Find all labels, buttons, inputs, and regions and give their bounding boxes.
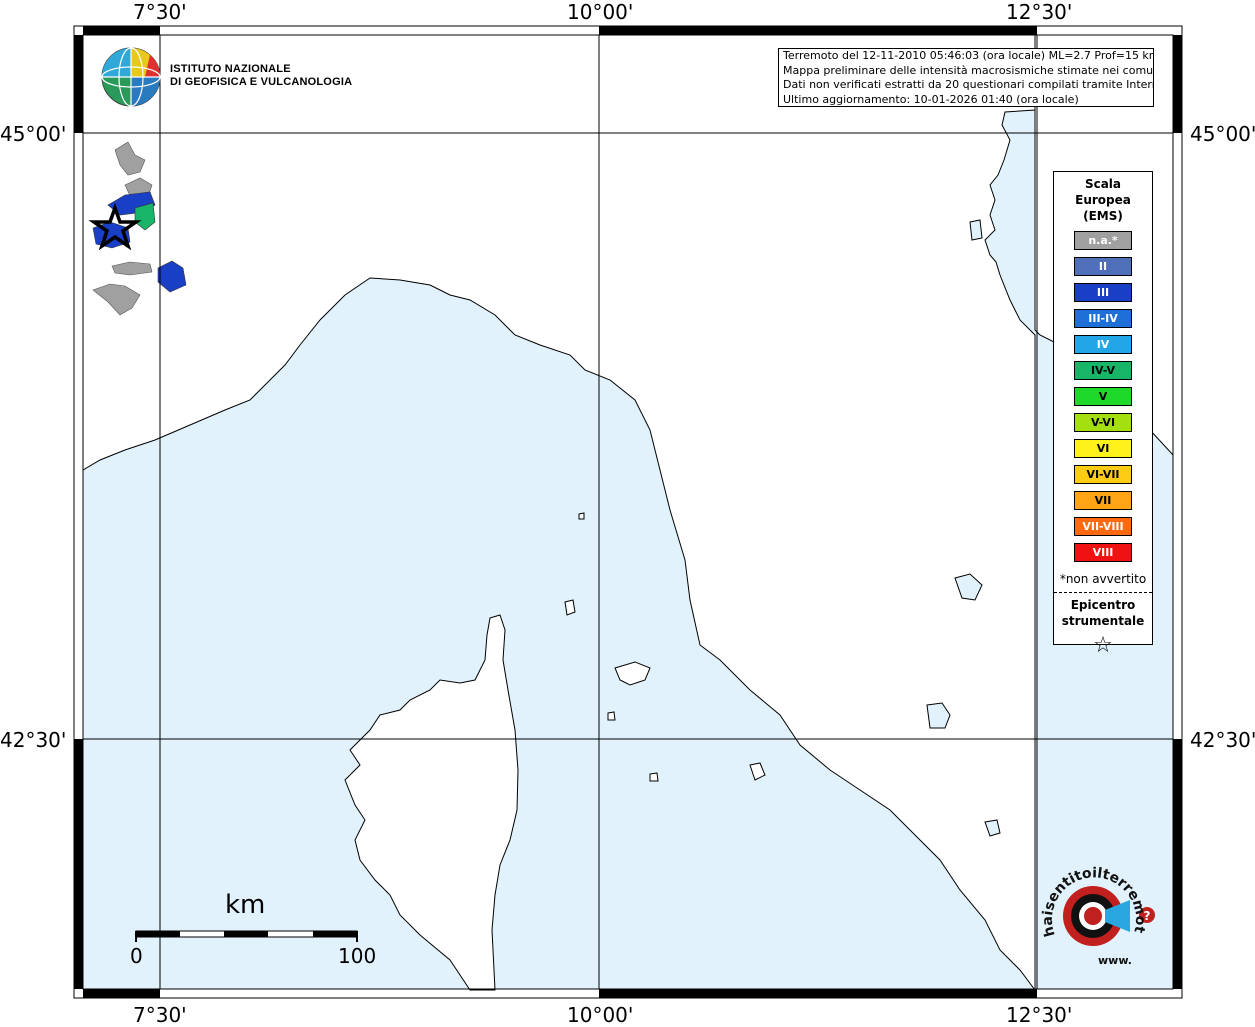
- legend-item-3: III-IV: [1074, 309, 1132, 328]
- scale-unit-label: km: [225, 890, 266, 920]
- event-info-line-3: Dati non verificati estratti da 20 quest…: [783, 78, 1154, 91]
- event-info-line-4: Ultimo aggiornamento: 10-01-2026 01:40 (…: [783, 92, 1079, 106]
- legend-item-6: V: [1074, 387, 1132, 406]
- legend-title: Scala Europea (EMS): [1054, 176, 1152, 224]
- legend-item-7: V-VI: [1074, 413, 1132, 432]
- legend-separator: [1054, 592, 1152, 593]
- legend-item-0: n.a.*: [1074, 231, 1132, 250]
- legend-epicenter-star-icon: ☆: [1093, 633, 1113, 658]
- institute-line-2: DI GEOFISICA E VULCANOLOGIA: [170, 76, 353, 88]
- legend-epicenter-line-2: strumentale: [1061, 614, 1145, 628]
- legend-note: *non avvertito: [1059, 572, 1147, 586]
- legend-item-4: IV: [1074, 335, 1132, 354]
- legend-epicenter-label: Epicentro strumentale: [1054, 597, 1152, 629]
- legend-item-10: VII: [1074, 491, 1132, 510]
- island-gorgona: [578, 512, 585, 520]
- legend-item-11: VII-VIII: [1074, 517, 1132, 536]
- legend-title-line-2: Europea: [1075, 193, 1131, 207]
- intensity-legend: Scala Europea (EMS) n.a.* II III III-IV IV IV…: [1053, 171, 1153, 658]
- legend-item-8: VI: [1074, 439, 1132, 458]
- legend-item-9: VI-VII: [1074, 465, 1132, 484]
- scale-start-label: 0: [130, 944, 143, 968]
- ingv-logo: [101, 47, 161, 107]
- legend-item-2: III: [1074, 283, 1132, 302]
- event-info-line-2: Mappa preliminare delle intensità macros…: [783, 63, 1154, 77]
- institute-line-1: ISTITUTO NAZIONALE: [170, 63, 291, 75]
- scale-end-label: 100: [338, 944, 377, 968]
- island-montecristo: [649, 772, 659, 782]
- legend-title-line-3: (EMS): [1083, 209, 1123, 223]
- legend-items: n.a.* II III III-IV IV IV-V V V-VI VI VI-VII VII VI…: [1054, 231, 1152, 562]
- island-capraia: [564, 599, 576, 616]
- legend-epicenter-line-1: Epicentro: [1070, 598, 1136, 612]
- legend-item-5: IV-V: [1074, 361, 1132, 380]
- institute-name: ISTITUTO NAZIONALE DI GEOFISICA E VULCAN…: [170, 63, 352, 89]
- hsit-logo-url: www.: [1098, 954, 1132, 967]
- legend-item-12: VIII: [1074, 543, 1132, 562]
- legend-item-1: II: [1074, 257, 1132, 276]
- legend-title-line-1: Scala: [1084, 177, 1122, 191]
- event-info-line-1: Terremoto del 12-11-2010 05:46:03 (ora l…: [783, 49, 1154, 62]
- island-croatia-4: [969, 219, 983, 241]
- event-info-box: Terremoto del 12-11-2010 05:46:03 (ora l…: [778, 48, 1154, 107]
- island-pianosa: [607, 711, 616, 721]
